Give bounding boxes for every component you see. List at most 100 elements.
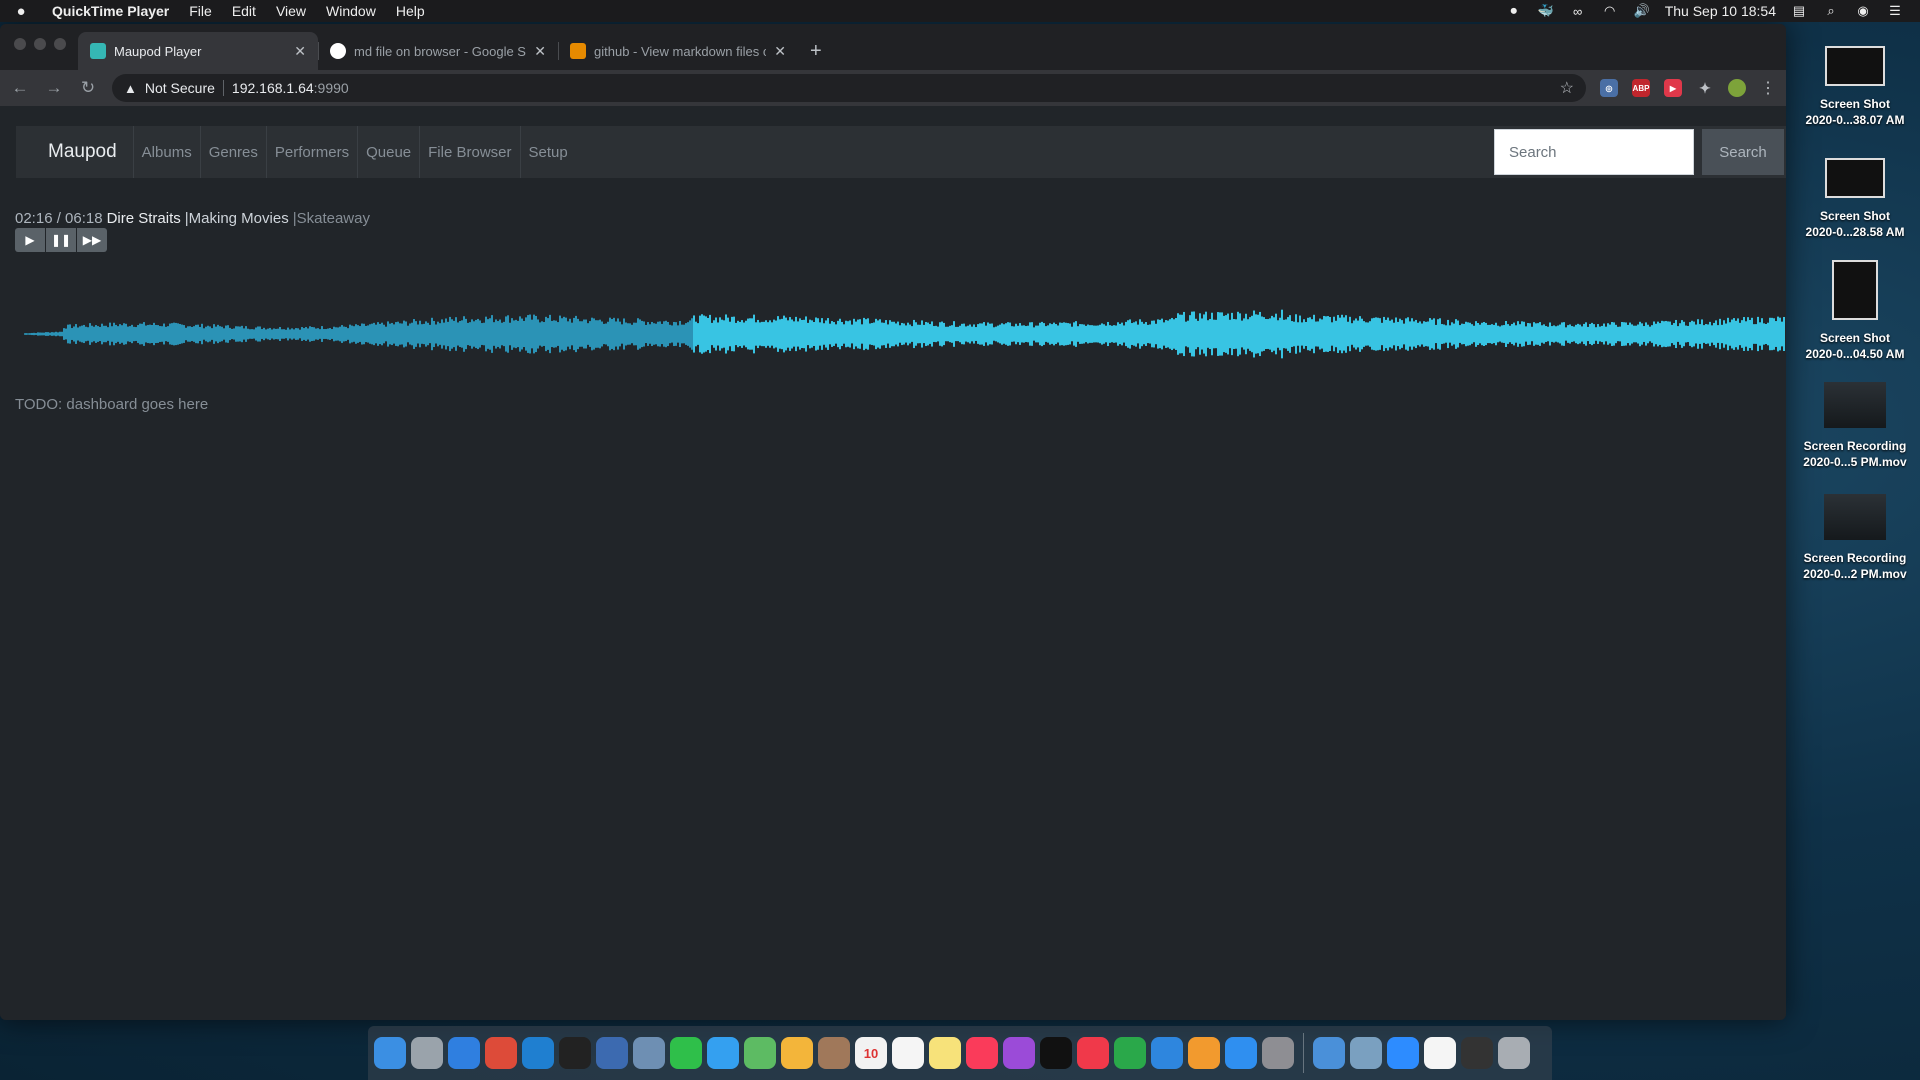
app-store-icon[interactable] [1225, 1037, 1257, 1069]
podcasts-icon[interactable] [1003, 1037, 1035, 1069]
pages-icon[interactable] [1188, 1037, 1220, 1069]
photos-icon[interactable] [781, 1037, 813, 1069]
nav-performers[interactable]: Performers [267, 126, 359, 178]
chrome-icon[interactable] [485, 1037, 517, 1069]
virtualbox-icon[interactable] [596, 1037, 628, 1069]
artist-name: Dire Straits [106, 210, 181, 227]
tab-github-markdown[interactable]: github - View markdown files o ✕ [558, 32, 798, 70]
preview-icon[interactable] [633, 1037, 665, 1069]
volume-icon[interactable]: 🔊 [1633, 3, 1651, 18]
record-icon[interactable]: ⏺ [1505, 3, 1523, 18]
url-port[interactable]: :9990 [314, 80, 349, 96]
play-button[interactable]: ▶ [15, 228, 45, 252]
close-tab-icon[interactable]: ✕ [294, 43, 306, 60]
apple-menu-icon[interactable]: ● [0, 3, 42, 20]
finder-icon[interactable] [374, 1037, 406, 1069]
waveform[interactable] [24, 294, 1786, 374]
glasses-icon[interactable]: ∞ [1569, 4, 1587, 19]
safari-icon[interactable] [448, 1037, 480, 1069]
adblock-icon[interactable]: ABP [1632, 79, 1650, 97]
notification-center-icon[interactable]: ☰ [1886, 3, 1904, 18]
desktop-file[interactable]: Screen Shot 2020-0...28.58 AM [1790, 148, 1920, 260]
page-content: Maupod Albums Genres Performers Queue Fi… [0, 106, 1786, 1020]
zoom-icon[interactable] [1387, 1037, 1419, 1069]
close-window-icon[interactable] [14, 38, 26, 50]
puzzle-icon[interactable]: ✦ [1696, 79, 1714, 97]
minimize-window-icon[interactable] [34, 38, 46, 50]
music-icon[interactable] [966, 1037, 998, 1069]
desktop-file[interactable]: Screen Recording 2020-0...2 PM.mov [1790, 484, 1920, 596]
tv-icon[interactable] [1040, 1037, 1072, 1069]
news-icon[interactable] [1077, 1037, 1109, 1069]
nav-queue[interactable]: Queue [358, 126, 421, 178]
skip-forward-button[interactable]: ▶▶ [77, 228, 107, 252]
file-label: Screen Shot 2020-0...04.50 AM [1805, 331, 1905, 361]
downloads-icon[interactable] [1313, 1037, 1345, 1069]
nav-setup[interactable]: Setup [521, 126, 576, 178]
reminders-icon[interactable] [892, 1037, 924, 1069]
back-icon[interactable]: ← [10, 78, 30, 98]
reload-icon[interactable]: ↻ [78, 78, 98, 98]
menu-help[interactable]: Help [386, 3, 435, 19]
track-name: |Skateaway [292, 210, 370, 227]
siri-icon[interactable]: ◉ [1854, 3, 1872, 18]
nav-genres[interactable]: Genres [201, 126, 267, 178]
facetime-icon[interactable] [670, 1037, 702, 1069]
address-bar[interactable]: ▲ Not Secure 192.168.1.64:9990 ☆ [112, 74, 1586, 102]
menu-edit[interactable]: Edit [222, 3, 266, 19]
menu-bar: ● QuickTime Player File Edit View Window… [0, 0, 1920, 22]
tab-maupod-player[interactable]: Maupod Player ✕ [78, 32, 318, 70]
search-form: Search [1494, 129, 1786, 175]
messages-icon[interactable] [707, 1037, 739, 1069]
terminal-window-icon[interactable] [1461, 1037, 1493, 1069]
movie-thumbnail-icon [1824, 494, 1886, 540]
close-tab-icon[interactable]: ✕ [534, 43, 546, 60]
url-host[interactable]: 192.168.1.64 [232, 80, 314, 96]
notes-icon[interactable] [929, 1037, 961, 1069]
menu-file[interactable]: File [179, 3, 222, 19]
system-preferences-icon[interactable] [1262, 1037, 1294, 1069]
app-menu[interactable]: QuickTime Player [42, 3, 179, 19]
flag-icon[interactable]: ▤ [1790, 3, 1808, 18]
search-button[interactable]: Search [1702, 129, 1784, 175]
terminal-icon[interactable] [559, 1037, 591, 1069]
nav-file-browser[interactable]: File Browser [420, 126, 521, 178]
forward-icon[interactable]: → [44, 78, 64, 98]
playback-controls: ▶ ❚❚ ▶▶ [15, 228, 107, 252]
video-extension-icon[interactable]: ▶ [1664, 79, 1682, 97]
nav-albums[interactable]: Albums [134, 126, 201, 178]
keynote-icon[interactable] [1151, 1037, 1183, 1069]
new-tab-button[interactable]: + [798, 32, 834, 70]
clock[interactable]: Thu Sep 10 18:54 [1665, 3, 1776, 19]
numbers-icon[interactable] [1114, 1037, 1146, 1069]
spotlight-icon[interactable]: ⌕ [1822, 3, 1840, 18]
search-input[interactable] [1494, 129, 1694, 175]
menu-view[interactable]: View [266, 3, 316, 19]
docker-icon[interactable]: 🐳 [1537, 3, 1555, 18]
desktop-file[interactable]: Screen Shot 2020-0...04.50 AM [1790, 260, 1920, 372]
zoom-window-icon[interactable] [54, 38, 66, 50]
trash-icon[interactable] [1498, 1037, 1530, 1069]
security-label[interactable]: Not Secure [145, 80, 215, 96]
maps-icon[interactable] [744, 1037, 776, 1069]
wifi-icon[interactable]: ◠ [1601, 3, 1619, 18]
desktop-file[interactable]: Screen Recording 2020-0...5 PM.mov [1790, 372, 1920, 484]
warning-icon[interactable]: ▲ [124, 81, 137, 96]
close-tab-icon[interactable]: ✕ [774, 43, 786, 60]
profile-avatar-icon[interactable] [1728, 79, 1746, 97]
app-brand[interactable]: Maupod [16, 126, 134, 178]
calendar-icon[interactable]: 10 [855, 1037, 887, 1069]
launchpad-icon[interactable] [411, 1037, 443, 1069]
browser-menu-icon[interactable]: ⋮ [1760, 78, 1776, 98]
pause-button[interactable]: ❚❚ [46, 228, 76, 252]
screenshots-icon[interactable] [1350, 1037, 1382, 1069]
tab-google-search[interactable]: md file on browser - Google Se ✕ [318, 32, 558, 70]
document-icon[interactable] [1424, 1037, 1456, 1069]
contacts-icon[interactable] [818, 1037, 850, 1069]
window-controls [14, 38, 66, 50]
desktop-file[interactable]: Screen Shot 2020-0...38.07 AM [1790, 36, 1920, 148]
vscode-icon[interactable] [522, 1037, 554, 1069]
extension-icon[interactable]: ◎ [1600, 79, 1618, 97]
bookmark-star-icon[interactable]: ☆ [1560, 78, 1574, 98]
menu-window[interactable]: Window [316, 3, 386, 19]
